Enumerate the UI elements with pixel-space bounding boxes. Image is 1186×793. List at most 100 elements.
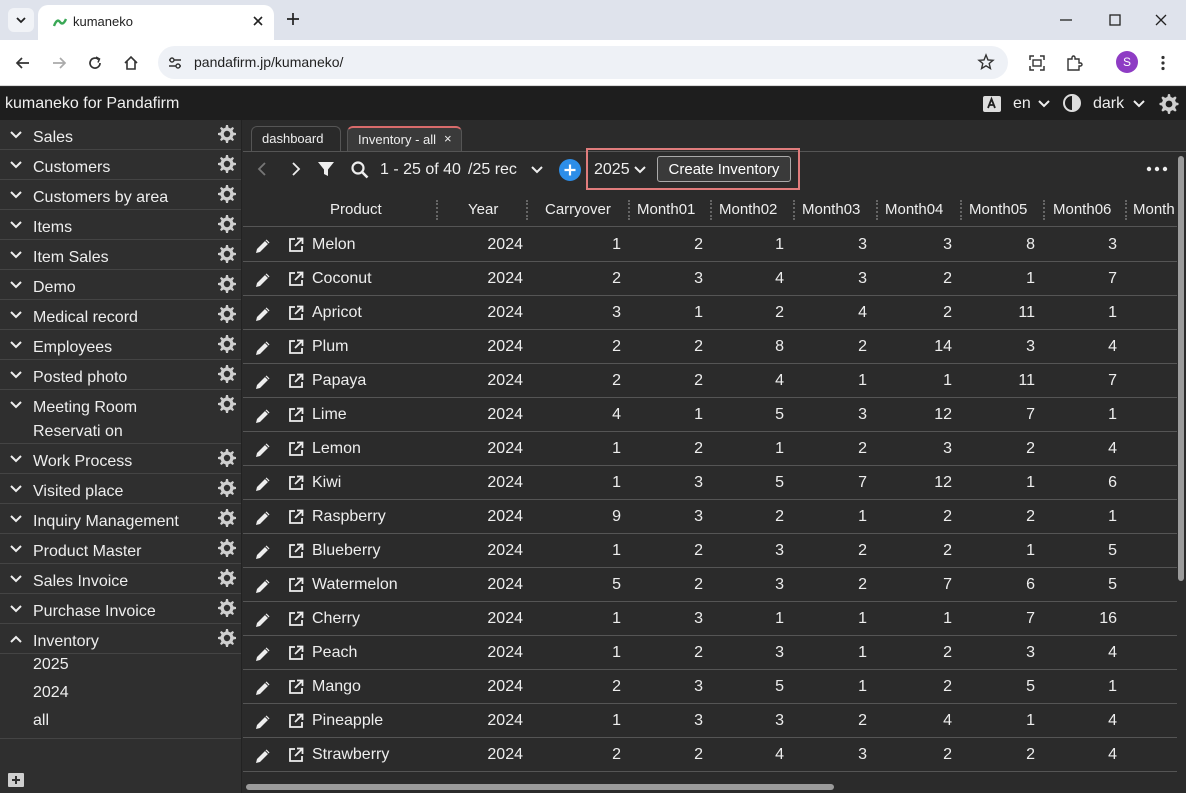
edit-pencil-icon[interactable] (253, 372, 273, 392)
table-row[interactable]: Kiwi 2024 1 3 5 7 12 1 6 (243, 466, 1178, 500)
close-icon[interactable] (250, 13, 266, 29)
next-page-icon[interactable] (286, 160, 304, 178)
chevron-down-icon[interactable] (9, 482, 23, 496)
chevron-down-icon[interactable] (9, 452, 23, 466)
open-external-icon[interactable] (287, 270, 305, 288)
table-row[interactable]: Watermelon 2024 5 2 3 2 7 6 5 (243, 568, 1178, 602)
settings-gear-icon[interactable] (217, 304, 237, 324)
vertical-scrollbar[interactable] (1178, 156, 1184, 581)
bookmark-star-icon[interactable] (977, 53, 995, 71)
chevron-down-icon[interactable] (9, 128, 23, 142)
window-maximize-icon[interactable] (1107, 12, 1123, 28)
open-external-icon[interactable] (287, 678, 305, 696)
chevron-down-icon[interactable] (9, 398, 23, 412)
open-external-icon[interactable] (287, 440, 305, 458)
screenshot-button[interactable] (1025, 51, 1049, 75)
column-header-month[interactable]: Month (1133, 201, 1175, 218)
table-row[interactable]: Melon 2024 1 2 1 3 3 8 3 (243, 228, 1178, 262)
open-external-icon[interactable] (287, 372, 305, 390)
horizontal-scrollbar[interactable] (246, 784, 834, 790)
chevron-down-icon[interactable] (530, 163, 544, 177)
prev-page-icon[interactable] (254, 160, 272, 178)
table-row[interactable]: Blueberry 2024 1 2 3 2 2 1 5 (243, 534, 1178, 568)
settings-gear-icon[interactable] (217, 214, 237, 234)
table-row[interactable]: Mango 2024 2 3 5 1 2 5 1 (243, 670, 1178, 704)
edit-pencil-icon[interactable] (253, 542, 273, 562)
create-inventory-button[interactable]: Create Inventory (657, 156, 791, 182)
column-header-carryover[interactable]: Carryover (545, 201, 611, 218)
settings-gear-icon[interactable] (217, 598, 237, 618)
settings-gear-icon[interactable] (217, 448, 237, 468)
settings-gear-icon[interactable] (217, 274, 237, 294)
open-external-icon[interactable] (287, 236, 305, 254)
sidebar-subitem-2025[interactable]: 2025 (33, 656, 69, 674)
browser-menu-button[interactable] (1151, 51, 1175, 75)
sidebar-item-work-process[interactable]: Work Process (0, 444, 241, 474)
column-header-month02[interactable]: Month02 (719, 201, 777, 218)
edit-pencil-icon[interactable] (253, 746, 273, 766)
window-close-icon[interactable] (1153, 12, 1169, 28)
chevron-down-icon[interactable] (1132, 97, 1146, 111)
tab-inventory-all[interactable]: Inventory - all × (347, 126, 462, 152)
chevron-down-icon[interactable] (9, 368, 23, 382)
sidebar-item-items[interactable]: Items (0, 210, 241, 240)
edit-pencil-icon[interactable] (253, 236, 273, 256)
edit-pencil-icon[interactable] (253, 610, 273, 630)
language-select-value[interactable]: en (1013, 95, 1031, 113)
chevron-down-icon[interactable] (9, 542, 23, 556)
sidebar-subitem-all[interactable]: all (33, 712, 49, 730)
sidebar-item-inventory[interactable]: Inventory (0, 624, 241, 654)
chevron-down-icon[interactable] (9, 218, 23, 232)
open-external-icon[interactable] (287, 338, 305, 356)
new-tab-plus-icon[interactable] (284, 10, 302, 28)
reload-button[interactable] (83, 51, 107, 75)
sidebar-item-medical-record[interactable]: Medical record (0, 300, 241, 330)
table-row[interactable]: Cherry 2024 1 3 1 1 1 7 16 (243, 602, 1178, 636)
chevron-down-icon[interactable] (9, 512, 23, 526)
settings-gear-icon[interactable] (217, 394, 237, 414)
edit-pencil-icon[interactable] (253, 678, 273, 698)
table-row[interactable]: Lemon 2024 1 2 1 2 3 2 4 (243, 432, 1178, 466)
sidebar-item-item-sales[interactable]: Item Sales (0, 240, 241, 270)
open-external-icon[interactable] (287, 406, 305, 424)
edit-pencil-icon[interactable] (253, 270, 273, 290)
filter-icon[interactable] (316, 159, 336, 179)
table-row[interactable]: Raspberry 2024 9 3 2 1 2 2 1 (243, 500, 1178, 534)
table-row[interactable]: Papaya 2024 2 2 4 1 1 11 7 (243, 364, 1178, 398)
settings-gear-icon[interactable] (217, 508, 237, 528)
column-resizer[interactable] (876, 200, 878, 220)
edit-pencil-icon[interactable] (253, 406, 273, 426)
address-bar[interactable]: pandafirm.jp/kumaneko/ (158, 46, 1008, 79)
column-resizer[interactable] (710, 200, 712, 220)
tab-close-icon[interactable]: × (444, 131, 452, 146)
add-app-icon[interactable] (7, 770, 25, 788)
edit-pencil-icon[interactable] (253, 474, 273, 494)
chevron-up-icon[interactable] (9, 632, 23, 646)
column-header-month06[interactable]: Month06 (1053, 201, 1111, 218)
tab-dashboard[interactable]: dashboard (251, 126, 341, 152)
chevron-down-icon[interactable] (9, 602, 23, 616)
column-resizer[interactable] (1043, 200, 1045, 220)
sidebar-item-posted-photo[interactable]: Posted photo (0, 360, 241, 390)
table-row[interactable]: Peach 2024 1 2 3 1 2 3 4 (243, 636, 1178, 670)
sidebar-item-purchase-invoice[interactable]: Purchase Invoice (0, 594, 241, 624)
edit-pencil-icon[interactable] (253, 644, 273, 664)
settings-gear-icon[interactable] (217, 184, 237, 204)
sidebar-subitem-2024[interactable]: 2024 (33, 684, 69, 702)
sidebar-item-customers[interactable]: Customers (0, 150, 241, 180)
forward-button[interactable] (47, 51, 71, 75)
column-resizer[interactable] (960, 200, 962, 220)
home-button[interactable] (119, 51, 143, 75)
chevron-down-icon[interactable] (1037, 97, 1051, 111)
column-header-month04[interactable]: Month04 (885, 201, 943, 218)
chevron-down-icon[interactable] (9, 248, 23, 262)
translate-icon[interactable] (982, 94, 1002, 114)
open-external-icon[interactable] (287, 474, 305, 492)
open-external-icon[interactable] (287, 610, 305, 628)
sidebar-item-inquiry-management[interactable]: Inquiry Management (0, 504, 241, 534)
theme-select-value[interactable]: dark (1093, 95, 1124, 113)
column-resizer[interactable] (1125, 200, 1127, 220)
sidebar-item-employees[interactable]: Employees (0, 330, 241, 360)
edit-pencil-icon[interactable] (253, 508, 273, 528)
browser-tab[interactable]: kumaneko (38, 5, 274, 40)
